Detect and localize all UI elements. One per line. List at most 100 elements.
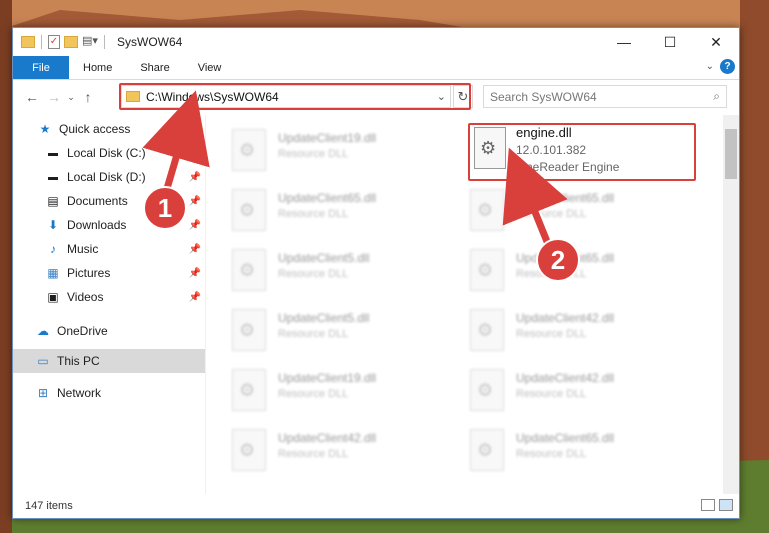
pictures-icon: ▦: [47, 266, 59, 280]
properties-icon[interactable]: ✓: [48, 35, 60, 49]
file-item[interactable]: UpdateClient65.dll Resource DLL: [470, 183, 700, 239]
window-controls: — ☐ ✕: [601, 28, 739, 56]
network-icon: ⊞: [37, 386, 49, 400]
sidebar-item-label: This PC: [57, 354, 100, 368]
status-bar: 147 items: [13, 494, 739, 518]
file-type: Resource DLL: [278, 328, 349, 340]
file-item[interactable]: UpdateClient19.dll Resource DLL: [232, 123, 462, 179]
pin-icon[interactable]: 📌: [189, 220, 201, 231]
view-toggle: [701, 499, 733, 511]
sidebar-item-local-disk-c[interactable]: ▬ Local Disk (C:) 📌: [13, 141, 205, 165]
explorer-content: ★ Quick access ▬ Local Disk (C:) 📌 ▬ Loc…: [13, 115, 739, 494]
search-input[interactable]: Search SysWOW64 ⌕: [483, 85, 727, 108]
file-type: Resource DLL: [278, 208, 349, 220]
sidebar-item-onedrive[interactable]: ☁ OneDrive: [13, 319, 205, 343]
large-icons-view-icon[interactable]: [719, 499, 733, 511]
divider: [104, 35, 105, 49]
close-button[interactable]: ✕: [693, 28, 739, 56]
file-name: UpdateClient65.dll: [278, 191, 377, 205]
sidebar-item-label: Pictures: [67, 266, 111, 280]
file-type: Resource DLL: [516, 448, 587, 460]
sidebar-item-music[interactable]: ♪ Music 📌: [13, 237, 205, 261]
dll-file-icon: [232, 309, 266, 351]
file-item[interactable]: UpdateClient42.dll Resource DLL: [470, 303, 700, 359]
dll-file-icon: [232, 249, 266, 291]
file-explorer-window: ✓ ▤▾ SysWOW64 — ☐ ✕ File Home Share View…: [12, 27, 740, 519]
forward-arrow-icon[interactable]: →: [43, 89, 65, 105]
file-name: UpdateClient42.dll: [516, 311, 615, 325]
expand-ribbon-icon[interactable]: ⌄: [706, 61, 714, 72]
file-type: Resource DLL: [278, 148, 349, 160]
dll-file-icon: [470, 369, 504, 411]
file-item[interactable]: UpdateClient19.dll Resource DLL: [232, 363, 462, 419]
scrollbar-thumb[interactable]: [725, 129, 737, 179]
pin-icon[interactable]: 📌: [189, 292, 201, 303]
drive-icon: ▬: [48, 171, 58, 183]
file-type: Resource DLL: [516, 388, 587, 400]
sidebar-item-pictures[interactable]: ▦ Pictures 📌: [13, 261, 205, 285]
file-item[interactable]: UpdateClient65.dll Resource DLL: [232, 183, 462, 239]
tab-share[interactable]: Share: [126, 56, 183, 79]
dll-file-icon: [232, 129, 266, 171]
tab-home[interactable]: Home: [69, 56, 126, 79]
file-item[interactable]: UpdateClient42.dll Resource DLL: [470, 363, 700, 419]
dll-file-icon: [232, 369, 266, 411]
file-item[interactable]: UpdateClient65.dllResource DLL: [470, 243, 700, 299]
navigation-pane: ★ Quick access ▬ Local Disk (C:) 📌 ▬ Loc…: [13, 115, 206, 494]
file-type: Resource DLL: [516, 328, 587, 340]
file-type: Resource DLL: [278, 388, 349, 400]
tab-view[interactable]: View: [184, 56, 236, 79]
up-arrow-icon[interactable]: ↑: [77, 89, 99, 105]
folder-icon: [21, 36, 35, 48]
sidebar-item-local-disk-d[interactable]: ▬ Local Disk (D:) 📌: [13, 165, 205, 189]
callout-badge-2: 2: [536, 238, 580, 282]
file-type: Resource DLL: [516, 208, 587, 220]
address-highlight-box: [119, 83, 471, 110]
dll-file-icon: [470, 189, 504, 231]
file-name: UpdateClient19.dll: [278, 131, 377, 145]
sidebar-item-label: Local Disk (C:): [67, 146, 146, 160]
computer-icon: ▭: [37, 354, 49, 368]
pin-icon[interactable]: 📌: [189, 196, 201, 207]
window-title: SysWOW64: [117, 35, 183, 49]
search-icon: ⌕: [713, 89, 720, 103]
dll-file-icon: [232, 429, 266, 471]
download-icon: ⬇: [47, 218, 59, 232]
pin-icon[interactable]: 📌: [189, 244, 201, 255]
sidebar-item-network[interactable]: ⊞ Network: [13, 381, 205, 405]
recent-locations-icon[interactable]: ⌄: [65, 92, 77, 103]
file-item[interactable]: UpdateClient65.dll Resource DLL: [470, 423, 700, 479]
file-item[interactable]: UpdateClient5.dll Resource DLL: [232, 243, 462, 299]
file-name: UpdateClient65.dll: [516, 191, 615, 205]
details-view-icon[interactable]: [701, 499, 715, 511]
minimize-button[interactable]: —: [601, 28, 647, 56]
dll-file-icon: [470, 249, 504, 291]
back-arrow-icon[interactable]: ←: [21, 89, 43, 105]
sidebar-item-this-pc[interactable]: ▭ This PC: [13, 349, 205, 373]
maximize-button[interactable]: ☐: [647, 28, 693, 56]
sidebar-item-label: Local Disk (D:): [67, 170, 146, 184]
quick-access-toolbar: ✓ ▤▾: [13, 34, 107, 50]
music-icon: ♪: [50, 242, 56, 256]
file-name: UpdateClient65.dll: [516, 431, 615, 445]
dll-file-icon: [232, 189, 266, 231]
file-item[interactable]: UpdateClient5.dll Resource DLL: [232, 303, 462, 359]
tab-file[interactable]: File: [13, 56, 69, 79]
ribbon-right: ⌄ ?: [706, 59, 735, 74]
file-name: UpdateClient42.dll: [278, 431, 377, 445]
customize-toolbar-icon[interactable]: ▤▾: [82, 34, 98, 50]
file-item[interactable]: UpdateClient42.dll Resource DLL: [232, 423, 462, 479]
sidebar-item-quick-access[interactable]: ★ Quick access: [13, 117, 205, 141]
help-icon[interactable]: ?: [720, 59, 735, 74]
file-name: UpdateClient5.dll: [278, 251, 370, 265]
pin-icon[interactable]: 📌: [189, 268, 201, 279]
pin-icon[interactable]: 📌: [189, 172, 201, 183]
vertical-scrollbar[interactable]: [723, 115, 739, 494]
file-name: UpdateClient5.dll: [278, 311, 370, 325]
sidebar-item-videos[interactable]: ▣ Videos 📌: [13, 285, 205, 309]
pin-icon[interactable]: 📌: [189, 148, 201, 159]
sidebar-item-label: Videos: [67, 290, 104, 304]
title-bar: ✓ ▤▾ SysWOW64 — ☐ ✕: [13, 28, 739, 56]
new-folder-icon[interactable]: [64, 36, 78, 48]
